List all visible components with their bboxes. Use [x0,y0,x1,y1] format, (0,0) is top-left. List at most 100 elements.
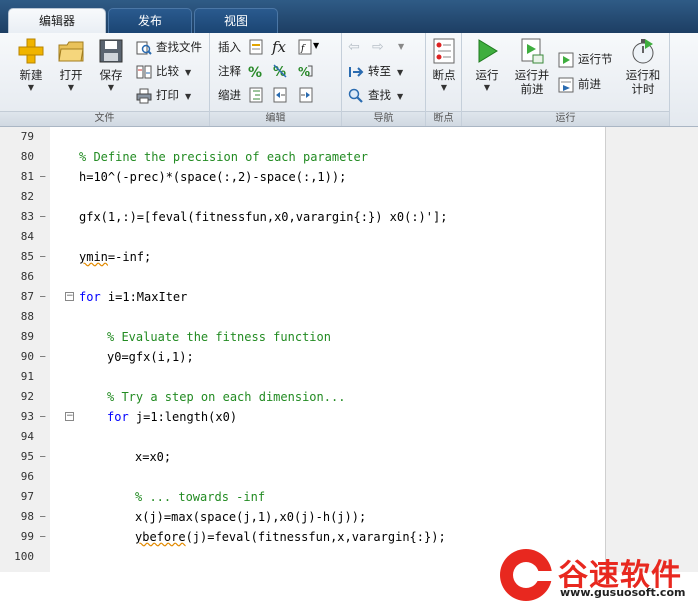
code-line[interactable]: 87 — − for i=1:MaxIter [0,287,600,307]
breakpoint-dash[interactable]: — [40,207,45,227]
comment-button[interactable]: 注释 [218,61,241,81]
fold-toggle-icon[interactable]: − [65,292,74,301]
comment-label: 注释 [218,64,241,78]
line-number: 93 [20,410,34,423]
indent-button[interactable]: 缩进 [218,85,241,105]
save-dropdown-icon[interactable]: ▼ [92,83,130,93]
code-line[interactable]: 95 — x=x0; [0,447,600,467]
code-line[interactable]: 96 [0,467,600,487]
find-label: 查找 [368,88,391,102]
breakpoint-dash[interactable]: — [40,247,45,267]
code-line[interactable]: 84 [0,227,600,247]
run-button[interactable]: 运行 ▼ [468,37,506,105]
breakpoint-dash[interactable]: — [40,447,45,467]
open-dropdown-icon[interactable]: ▼ [52,83,90,93]
run-section-icon [558,52,574,68]
code-line[interactable]: 93 — − for j=1:length(x0) [0,407,600,427]
goto-dropdown-icon[interactable]: ▼ [397,68,403,77]
print-button[interactable]: 打印 ▼ [136,85,191,105]
save-label: 保存 [99,68,123,82]
run-section-button[interactable]: 运行节 [558,49,613,69]
breakpoints-dropdown-icon[interactable]: ▼ [426,83,462,93]
code-line[interactable]: 83 — gfx(1,:)=[feval(fitnessfun,x0,varargi… [0,207,600,227]
comment-percent-icon[interactable]: % [248,63,262,83]
print-dropdown-icon[interactable]: ▼ [185,92,191,101]
compare-button[interactable]: 比较 ▼ [136,61,191,81]
insert-section-icon[interactable] [248,39,264,59]
breakpoint-dash[interactable]: — [40,527,45,547]
run-and-time-button[interactable]: 运行和 计时 [620,37,666,105]
edit-group: 插入 注释 缩进 fx f ▼ % % % 编辑 [210,33,342,126]
code-comment: % ... towards -inf [135,490,266,504]
insert-function-icon[interactable]: f ▼ [298,39,320,59]
code-line[interactable]: 98 — x(j)=max(space(j,1),x0(j)-h(j)); [0,507,600,527]
insert-button[interactable]: 插入 [218,37,241,57]
open-button[interactable]: 打开 ▼ [52,37,90,105]
find-magnifier-icon [348,88,364,104]
line-number: 99 [20,530,34,543]
forward-arrow-icon[interactable]: ⇨ [372,37,384,57]
tab-view[interactable]: 视图 [194,8,278,33]
find-dropdown-icon[interactable]: ▼ [397,92,403,101]
code-line[interactable]: 91 [0,367,600,387]
tab-editor[interactable]: 编辑器 [8,8,106,33]
line-number: 90 [20,350,34,363]
breakpoint-dash[interactable]: — [40,167,45,187]
code-comment: % Define the precision of each parameter [79,150,368,164]
code-line[interactable]: 81 — h=10^(-prec)*(space(:,2)-space(:,1)); [0,167,600,187]
navigate-group-label: 导航 [342,111,425,126]
fold-toggle-icon[interactable]: − [65,412,74,421]
new-button[interactable]: 新建 ▼ [12,37,50,105]
line-number: 98 [20,510,34,523]
code-text: ybefore(j)=feval(fitnessfun,x,varargin{:… [135,530,446,544]
code-text: for i=1:MaxIter [79,290,188,304]
code-line[interactable]: 89 % Evaluate the fitness function [0,327,600,347]
breakpoints-button[interactable]: 断点 ▼ [426,37,462,105]
line-number: 82 [20,190,34,203]
find-button[interactable]: 查找 ▼ [348,85,403,105]
smart-indent-icon[interactable] [248,87,264,107]
fx-button[interactable]: fx [272,37,286,57]
run-advance-label: 运行并 前进 [514,68,550,96]
code-line[interactable]: 99 — ybefore(j)=feval(fitnessfun,x,varargi… [0,527,600,547]
run-dropdown-icon[interactable]: ▼ [468,83,506,93]
breakpoints-icon [430,37,458,65]
breakpoint-dash[interactable]: — [40,347,45,367]
breakpoint-dash[interactable]: — [40,507,45,527]
find-files-button[interactable]: 查找文件 [136,37,202,57]
breakpoint-dash[interactable]: — [40,407,45,427]
run-and-advance-button[interactable]: 运行并 前进 [510,37,554,105]
fx-label: fx [272,38,287,56]
code-line[interactable]: 90 — y0=gfx(i,1); [0,347,600,367]
history-dropdown-icon[interactable]: ▼ [398,37,404,57]
breakpoint-dash[interactable]: — [40,287,45,307]
code-line[interactable]: 92 % Try a step on each dimension... [0,387,600,407]
line-number: 81 [20,170,34,183]
decrease-indent-icon[interactable] [272,87,288,107]
code-editor[interactable]: 79 80 % Define the precision of each param… [0,127,698,603]
code-line[interactable]: 85 — ymin=-inf; [0,247,600,267]
new-dropdown-icon[interactable]: ▼ [12,83,50,93]
new-plus-icon [17,37,45,65]
back-arrow-icon[interactable]: ⇦ [348,37,360,57]
advance-button[interactable]: 前进 [558,74,601,94]
code-line[interactable]: 94 [0,427,600,447]
run-time-stopwatch-icon [629,37,657,65]
line-number: 87 [20,290,34,303]
code-line[interactable]: 97 % ... towards -inf [0,487,600,507]
uncomment-icon[interactable]: % [272,63,288,83]
run-section-label: 运行节 [578,52,613,66]
navigate-group: ⇦ ⇨ ▼ 转至 ▼ 查找 ▼ 导航 [342,33,426,126]
compare-dropdown-icon[interactable]: ▼ [185,68,191,77]
wrap-comment-icon[interactable]: % [298,63,314,83]
code-line[interactable]: 88 [0,307,600,327]
tab-publish[interactable]: 发布 [108,8,192,33]
code-line[interactable]: 86 [0,267,600,287]
code-line[interactable]: 80 % Define the precision of each paramet… [0,147,600,167]
save-button[interactable]: 保存 ▼ [92,37,130,105]
file-group: 新建 ▼ 打开 ▼ 保存 ▼ 查找文件 比较 ▼ 打印 ▼ 文件 [0,33,210,126]
increase-indent-icon[interactable] [298,87,314,107]
code-line[interactable]: 79 [0,127,600,147]
goto-button[interactable]: 转至 ▼ [348,61,403,81]
code-line[interactable]: 82 [0,187,600,207]
